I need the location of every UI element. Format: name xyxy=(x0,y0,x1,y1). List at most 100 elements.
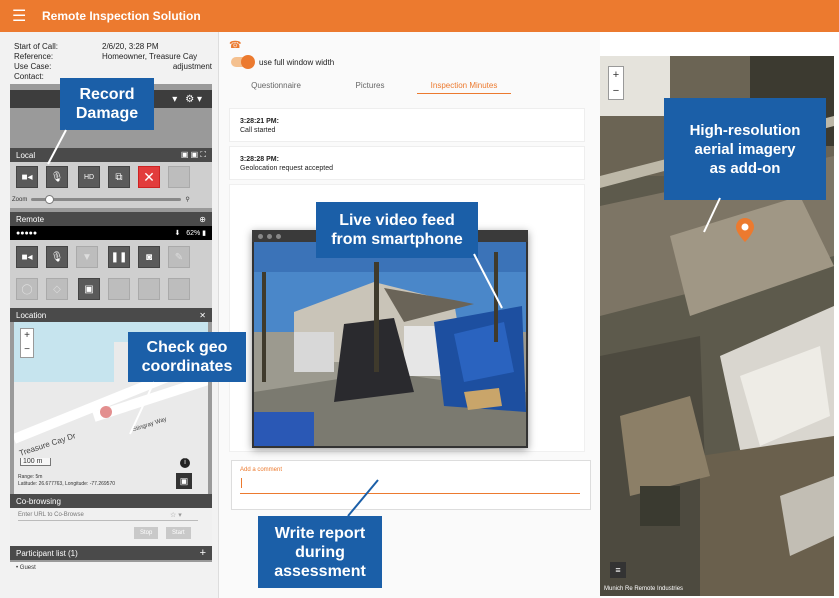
local-section-header: Local ▣ ▣ ⛶ xyxy=(10,148,212,162)
callout-pointer xyxy=(129,381,155,435)
remote-section-header: Remote ⊕ xyxy=(10,212,212,226)
remote-label: Remote xyxy=(16,214,45,224)
text-caret xyxy=(241,478,242,488)
start-label: Start xyxy=(172,530,185,536)
stop-label: Stop xyxy=(140,530,153,536)
disabled-button xyxy=(108,278,130,300)
callout-line: Write report xyxy=(274,524,366,542)
callout-line: from smartphone xyxy=(331,231,463,248)
map-scale: 100 m xyxy=(20,458,52,466)
callout-line: High-resolution xyxy=(689,121,801,139)
minute-time: 3:28:28 PM: xyxy=(240,156,279,163)
minute-text: Call started xyxy=(240,127,276,134)
callout-pointer xyxy=(347,479,379,517)
minute-text: Geolocation request accepted xyxy=(240,165,334,172)
callout-line: aerial imagery xyxy=(694,140,796,158)
range-text: Range: 5m xyxy=(18,474,43,480)
minute-entry: 3:28:28 PM: Geolocation request accepted xyxy=(229,146,585,180)
cobrowse-url-input[interactable]: Enter URL to Co-Browse xyxy=(18,512,84,518)
window-dot-icon[interactable] xyxy=(276,234,281,239)
disabled-button xyxy=(168,166,190,188)
tab-bar: Questionnaire Pictures Inspection Minute… xyxy=(229,78,511,94)
hd-label: HD xyxy=(83,173,95,181)
phone-status-bar: ●●●●● ⬇ 62% ▮ xyxy=(10,226,212,240)
toggle-label: use full window width xyxy=(259,58,335,67)
callout-line: as add-on xyxy=(709,159,781,177)
call-info-value: Homeowner, Treasure Cay xyxy=(102,52,198,61)
cobrowse-panel: Enter URL to Co-Browse ☆ ▾ Stop Start xyxy=(10,508,212,546)
hamburger-menu-icon[interactable]: ☰ xyxy=(12,6,28,26)
disabled-button xyxy=(168,278,190,300)
camera-icon[interactable]: ■◂ xyxy=(16,246,38,268)
phone-icon[interactable]: ☎ xyxy=(229,40,241,51)
callout-live-video: Live video feed from smartphone xyxy=(316,202,478,258)
pen-icon: ✎ xyxy=(168,246,190,268)
screen-share-icon[interactable]: ⧉ xyxy=(108,166,130,188)
participant-name: Guest xyxy=(19,565,36,571)
zoom-row: Zoom ⚲ xyxy=(12,195,190,204)
full-width-toggle[interactable] xyxy=(231,55,255,69)
battery-indicator: ⬇ 62% ▮ xyxy=(174,230,206,237)
location-section-header: Location ✕ xyxy=(10,308,212,322)
start-button[interactable]: Start xyxy=(166,527,191,539)
callout-geo: Check geo coordinates xyxy=(128,332,246,382)
map-zoom-control[interactable]: + − xyxy=(20,328,34,358)
pause-icon[interactable]: ❚❚ xyxy=(108,246,130,268)
comment-input[interactable]: Add a comment xyxy=(231,460,591,510)
comment-underline xyxy=(240,493,580,494)
gear-icon[interactable]: ⚙ ▾ xyxy=(185,94,202,105)
layers-icon[interactable]: ≡ xyxy=(610,562,626,578)
callout-line: assessment xyxy=(274,562,366,580)
microphone-icon[interactable]: 🎙 xyxy=(46,246,68,268)
tab-inspection-minutes[interactable]: Inspection Minutes xyxy=(417,78,511,94)
callout-pointer xyxy=(703,197,721,233)
window-controls-icon[interactable]: ▣ ▣ ⛶ xyxy=(181,150,206,160)
target-icon[interactable]: ⊕ xyxy=(199,215,206,224)
info-icon[interactable]: i xyxy=(180,458,190,468)
callout-aerial: High-resolution aerial imagery as add-on xyxy=(664,98,826,200)
callout-line: Damage xyxy=(75,105,139,122)
save-icon[interactable]: ▣ xyxy=(176,473,192,489)
close-icon[interactable]: ✕ xyxy=(138,166,160,188)
save-icon[interactable]: ▣ xyxy=(78,278,100,300)
callout-line: coordinates xyxy=(141,358,233,375)
add-icon[interactable]: + xyxy=(200,547,206,559)
location-label: Location xyxy=(16,310,47,320)
star-icon[interactable]: ☆ ▾ xyxy=(170,511,182,519)
latlon-text: Latitude: 26.677763, Longitude: -77.2695… xyxy=(18,481,116,487)
geo-readout: Range: 5m Latitude: 26.677763, Longitude… xyxy=(18,474,115,488)
window-dot-icon[interactable] xyxy=(267,234,272,239)
close-icon[interactable]: ✕ xyxy=(199,311,206,320)
tab-questionnaire[interactable]: Questionnaire xyxy=(229,78,323,94)
cobrowse-section-header: Co-browsing xyxy=(10,494,212,508)
snapshot-icon[interactable]: ◙ xyxy=(138,246,160,268)
callout-line: Check geo xyxy=(146,339,228,356)
zoom-slider-knob[interactable] xyxy=(45,195,55,204)
window-dot-icon[interactable] xyxy=(258,234,263,239)
callout-report: Write report during assessment xyxy=(258,516,382,588)
callout-pointer xyxy=(47,129,67,165)
lasso-icon: ◯ xyxy=(16,278,38,300)
map-credit: Munich Re Remote Industries xyxy=(604,586,684,592)
app-title: Remote Inspection Solution xyxy=(42,9,201,23)
callout-line: Record xyxy=(79,86,135,103)
participant-item: • Guest xyxy=(16,565,36,571)
location-pin-icon xyxy=(100,406,112,418)
stop-button[interactable]: Stop xyxy=(134,527,159,539)
chevron-down-icon[interactable]: ▾ xyxy=(172,94,177,105)
tab-pictures[interactable]: Pictures xyxy=(323,78,417,94)
aerial-zoom-control[interactable]: + − xyxy=(608,66,624,100)
comment-label: Add a comment xyxy=(240,467,283,473)
flashlight-icon: ▼ xyxy=(76,246,98,268)
camera-icon[interactable]: ■◂ xyxy=(16,166,38,188)
zoom-slider[interactable] xyxy=(31,195,182,204)
microphone-icon[interactable]: 🎙 xyxy=(46,166,68,188)
call-info-value: 2/6/20, 3:28 PM xyxy=(102,42,159,51)
call-info-value: adjustment xyxy=(172,62,212,71)
remote-controls: ■◂ 🎙 ▼ ❚❚ ◙ ✎ ◯ ◇ ▣ xyxy=(10,240,212,310)
disabled-button xyxy=(138,278,160,300)
minute-entry: 3:28:21 PM: Call started xyxy=(229,108,585,142)
hd-button[interactable]: HD xyxy=(78,166,100,188)
cobrowse-url-underline xyxy=(18,520,198,521)
call-info-key: Use Case: xyxy=(14,62,52,71)
